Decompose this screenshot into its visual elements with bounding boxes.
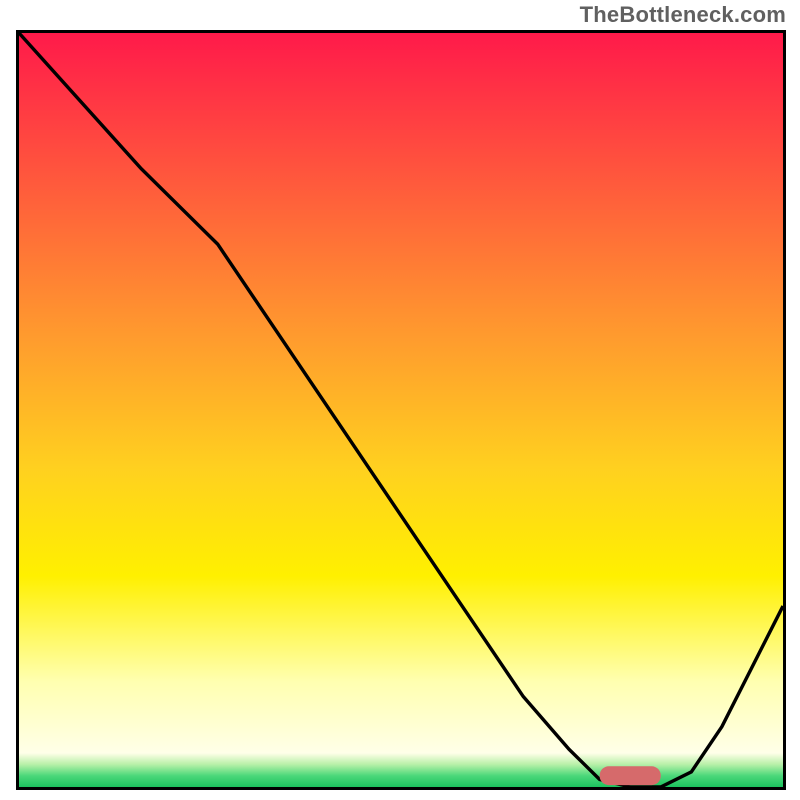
plot-svg — [19, 33, 783, 787]
optimal-range-marker — [600, 766, 661, 785]
chart-stage: TheBottleneck.com — [0, 0, 800, 800]
plot-frame — [16, 30, 786, 790]
gradient-background — [19, 33, 783, 787]
watermark-text: TheBottleneck.com — [580, 2, 786, 28]
